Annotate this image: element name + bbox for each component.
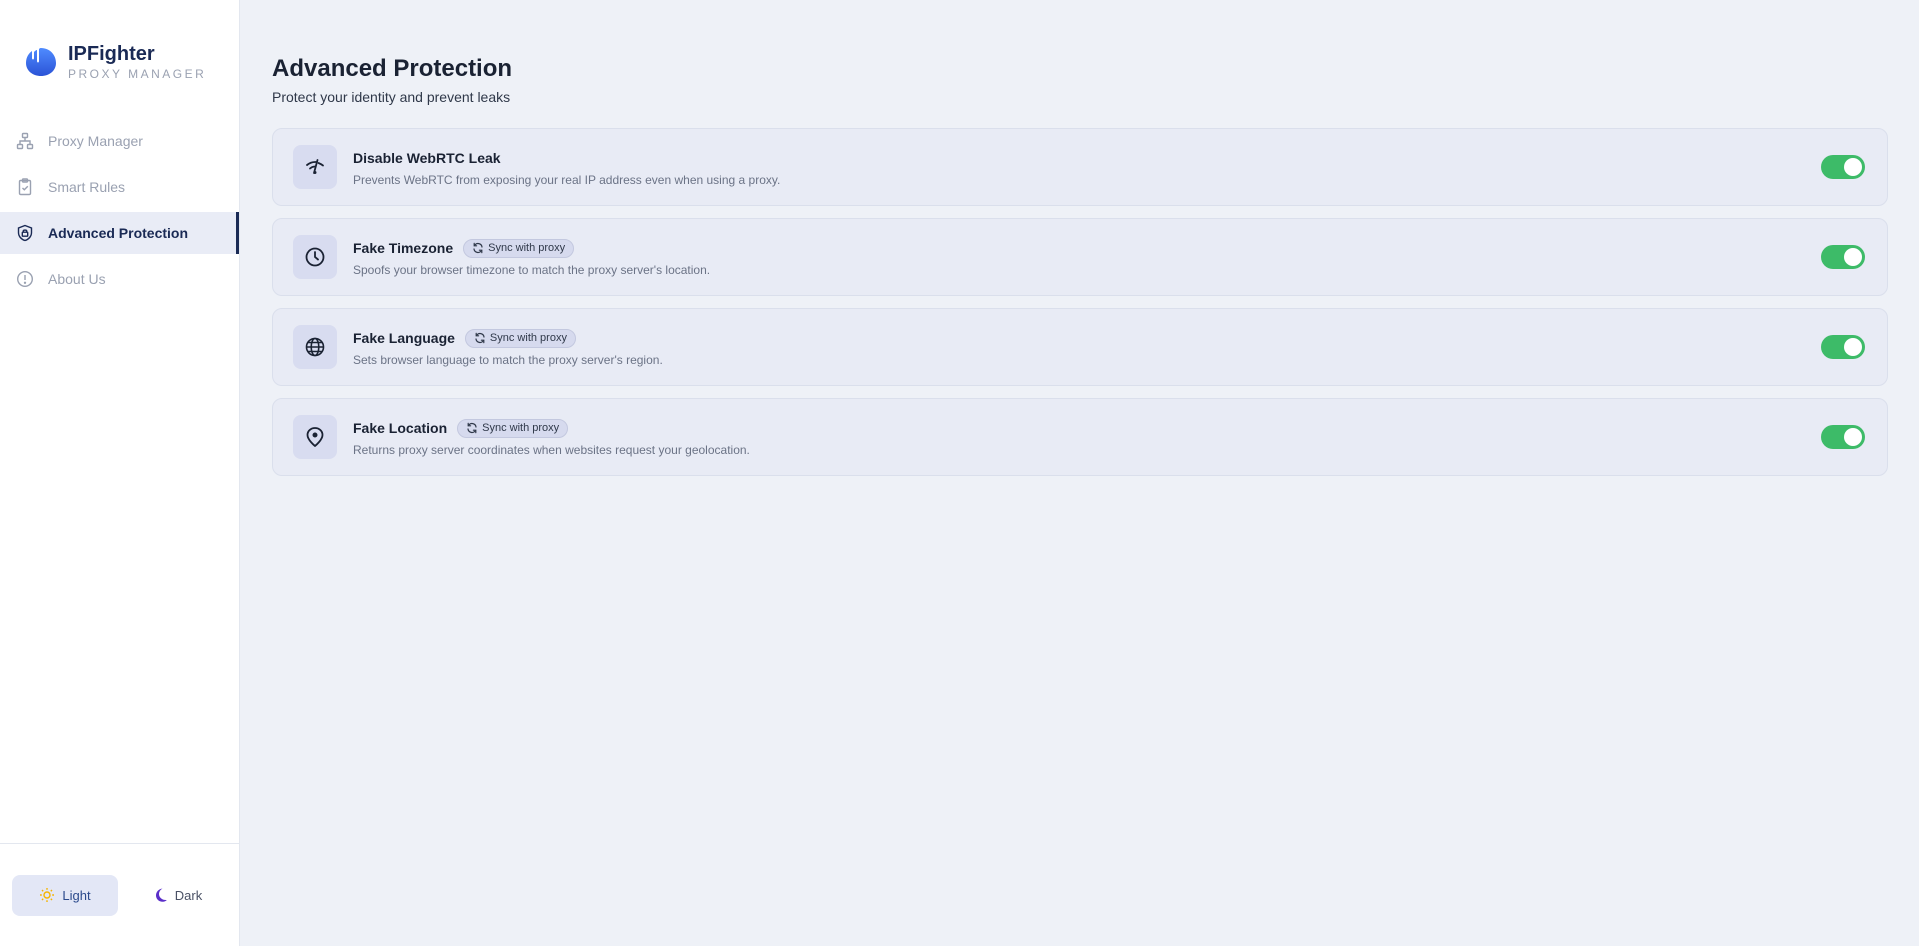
refresh-icon [472,242,484,254]
sidebar: IPFighter PROXY MANAGER Proxy Manager Sm… [0,0,240,946]
refresh-icon [474,332,486,344]
page-title: Advanced Protection [272,55,513,82]
network-icon [16,132,34,150]
language-toggle[interactable] [1821,335,1865,359]
feature-card-webrtc: Disable WebRTC Leak Prevents WebRTC from… [272,128,1888,206]
brand: IPFighter PROXY MANAGER [0,0,239,92]
feature-description: Sets browser language to match the proxy… [353,353,663,367]
sync-with-proxy-badge: Sync with proxy [457,418,569,438]
sidebar-item-label: Advanced Protection [48,225,189,241]
feature-card-timezone: Fake Timezone Sync with proxy Spoofs you… [272,218,1888,296]
globe-icon [293,325,337,369]
feature-list: Disable WebRTC Leak Prevents WebRTC from… [272,128,1888,476]
main-content: Advanced Protection Protect your identit… [240,0,1919,946]
app-window: IPFighter PROXY MANAGER Proxy Manager Sm… [0,0,1919,946]
theme-switch: Light Dark [0,843,240,946]
feature-title: Fake Language [353,330,455,346]
sidebar-item-smart-rules[interactable]: Smart Rules [0,166,239,208]
sync-badge-label: Sync with proxy [488,242,566,254]
clock-icon [293,235,337,279]
feature-card-language: Fake Language Sync with proxy Sets brows… [272,308,1888,386]
location-toggle[interactable] [1821,425,1865,449]
feature-title: Fake Timezone [353,240,454,256]
sidebar-item-label: About Us [48,271,106,287]
moon-icon [152,887,168,903]
info-circle-icon [16,270,34,288]
sun-icon [39,887,55,903]
page-subtitle: Protect your identity and prevent leaks [272,89,511,105]
feature-description: Spoofs your browser timezone to match th… [353,263,711,277]
light-theme-button[interactable]: Light [12,874,118,916]
toggle-knob [1844,158,1862,176]
feature-title: Fake Location [353,420,448,436]
timezone-toggle[interactable] [1821,245,1865,269]
sidebar-item-label: Proxy Manager [48,133,143,149]
light-theme-label: Light [62,887,91,903]
brand-name: IPFighter [68,42,155,65]
feature-description: Prevents WebRTC from exposing your real … [353,173,781,187]
dark-theme-button[interactable]: Dark [124,875,230,916]
shield-lock-icon [16,224,34,242]
feature-card-location: Fake Location Sync with proxy Returns pr… [272,398,1888,476]
sidebar-item-label: Smart Rules [48,179,126,195]
webrtc-toggle[interactable] [1821,155,1865,179]
sidebar-item-proxy-manager[interactable]: Proxy Manager [0,120,239,162]
toggle-knob [1844,428,1862,446]
sidebar-item-advanced-protection[interactable]: Advanced Protection [0,212,239,254]
wifi-off-icon [293,145,337,189]
sidebar-nav: Proxy Manager Smart Rules Advanced Prote… [0,120,239,300]
refresh-icon [466,422,478,434]
sidebar-item-about-us[interactable]: About Us [0,258,239,300]
sync-badge-label: Sync with proxy [489,332,567,344]
feature-title: Disable WebRTC Leak [353,150,501,166]
clipboard-check-icon [16,178,34,196]
map-pin-icon [293,415,337,459]
feature-description: Returns proxy server coordinates when we… [353,443,750,457]
sync-badge-label: Sync with proxy [482,422,560,434]
sync-with-proxy-badge: Sync with proxy [463,238,575,258]
toggle-knob [1844,248,1862,266]
sync-with-proxy-badge: Sync with proxy [464,328,576,348]
dark-theme-label: Dark [174,887,203,903]
brand-subtitle: PROXY MANAGER [68,66,207,81]
brand-logo-icon [24,44,58,78]
toggle-knob [1844,338,1862,356]
